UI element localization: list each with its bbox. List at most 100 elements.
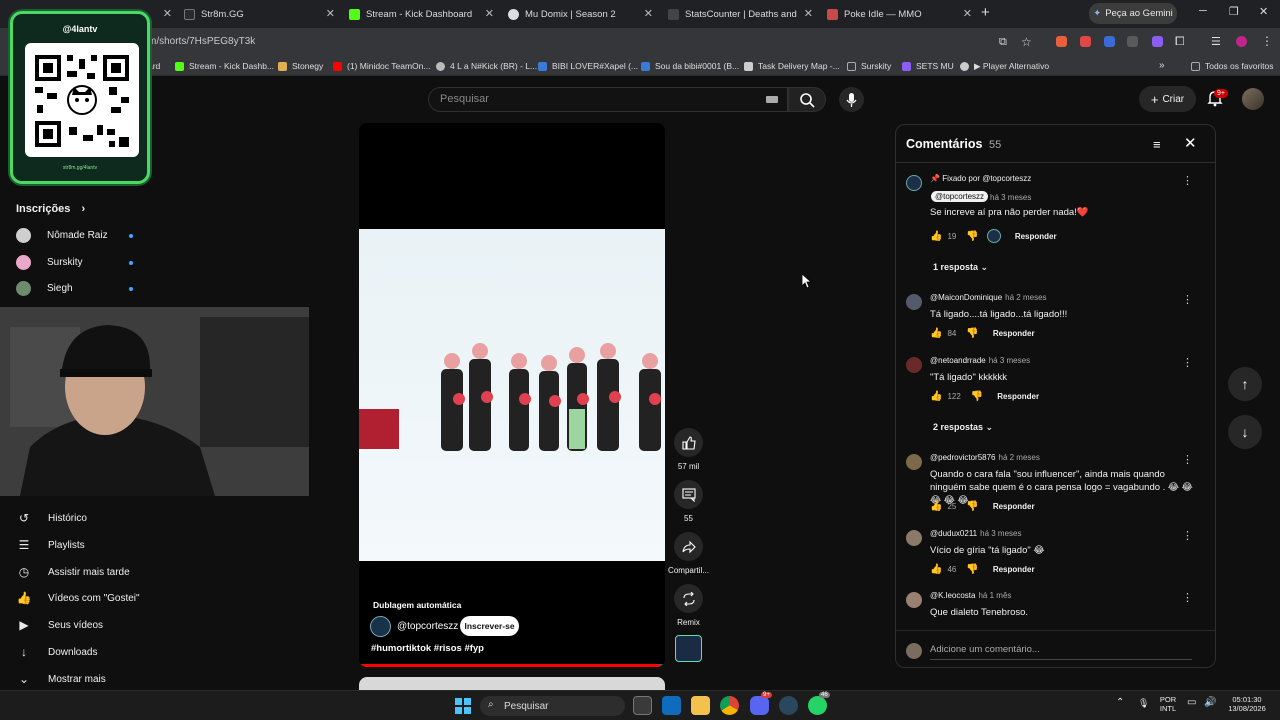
tab-poke-idle[interactable]: Poke Idle — MMO ✕ <box>821 2 978 26</box>
dislike-icon[interactable]: 👎 <box>971 391 983 402</box>
window-close-icon[interactable]: ✕ <box>1259 5 1268 18</box>
whatsapp-icon[interactable] <box>808 696 827 715</box>
subscription-item[interactable]: Siegh <box>16 281 73 296</box>
menu-kebab-icon[interactable]: ⋮ <box>1261 34 1273 48</box>
bookmark-folder[interactable]: Surskity <box>847 61 891 71</box>
gemini-button[interactable]: ✦ Peça ao Gemini <box>1089 3 1177 24</box>
shorts-video-player[interactable]: Dublagem automática @topcorteszz Inscrev… <box>359 123 665 667</box>
comment-avatar[interactable] <box>906 357 922 373</box>
reply-button[interactable]: Responder <box>993 329 1035 338</box>
comment-menu-icon[interactable]: ⋮ <box>1182 453 1193 466</box>
close-icon[interactable]: ✕ <box>485 7 494 20</box>
comment-menu-icon[interactable]: ⋮ <box>1182 356 1193 369</box>
nav-show-more[interactable]: ⌄ Mostrar mais <box>16 671 106 687</box>
subscribe-button[interactable]: Inscrever-se <box>460 616 519 636</box>
microphone-icon[interactable]: 🎙 <box>1138 698 1149 709</box>
nav-history[interactable]: ↺ Histórico <box>16 510 87 526</box>
like-icon[interactable]: 👍 <box>930 564 942 575</box>
dislike-icon[interactable]: 👎 <box>966 501 978 512</box>
share-button[interactable] <box>674 532 703 561</box>
all-favorites-folder[interactable]: Todos os favoritos <box>1191 61 1274 71</box>
comments-button[interactable] <box>674 480 703 509</box>
bookmark[interactable]: ▶ Player Alternativo <box>960 61 1049 72</box>
nav-downloads[interactable]: ↓ Downloads <box>16 644 97 660</box>
close-icon[interactable]: ✕ <box>163 7 172 20</box>
reply-button[interactable]: Responder <box>993 565 1035 574</box>
subscriptions-title[interactable]: Inscrições › <box>16 203 85 215</box>
dislike-icon[interactable]: 👎 <box>966 564 978 575</box>
like-icon[interactable]: 👍 <box>930 501 942 512</box>
channel-name[interactable]: @topcorteszz <box>397 621 458 632</box>
dislike-icon[interactable]: 👎 <box>966 231 978 242</box>
extension-icon[interactable] <box>1080 36 1091 47</box>
chrome-icon[interactable] <box>720 696 739 715</box>
store-icon[interactable] <box>633 696 652 715</box>
discord-icon[interactable] <box>750 696 769 715</box>
reply-button[interactable]: Responder <box>997 392 1039 401</box>
tab-statscounter[interactable]: StatsCounter | Deaths and trop ✕ <box>662 2 819 26</box>
close-icon[interactable]: ✕ <box>1184 134 1197 152</box>
sort-icon[interactable]: ≡ <box>1153 137 1161 152</box>
like-icon[interactable]: 👍 <box>930 391 942 402</box>
view-replies-button[interactable]: 1 resposta ⌄ <box>933 262 988 273</box>
close-icon[interactable]: ✕ <box>326 7 335 20</box>
comment-avatar[interactable] <box>906 592 922 608</box>
channel-avatar[interactable] <box>370 616 391 637</box>
display-icon[interactable]: ▭ <box>1187 697 1196 708</box>
url-text[interactable]: m/shorts/7HsPEG8yT3k <box>148 36 255 47</box>
bookmark[interactable]: Sou da bibi#0001 (B... <box>641 61 739 71</box>
previous-short-button[interactable]: ↑ <box>1228 367 1262 401</box>
voice-search-button[interactable] <box>839 87 864 112</box>
search-box[interactable] <box>428 87 788 112</box>
taskbar-search[interactable]: ⌕ Pesquisar <box>480 696 625 716</box>
next-short-button[interactable]: ↓ <box>1228 415 1262 449</box>
comment-menu-icon[interactable]: ⋮ <box>1182 174 1193 187</box>
search-input[interactable] <box>440 93 740 105</box>
extension-icon[interactable] <box>1104 36 1115 47</box>
clock[interactable]: 05:01:30 13/08/2026 <box>1222 695 1272 713</box>
reply-button[interactable]: Responder <box>993 502 1035 511</box>
extension-icon[interactable] <box>1127 36 1138 47</box>
keyboard-icon[interactable] <box>766 96 778 103</box>
comment-menu-icon[interactable]: ⋮ <box>1182 529 1193 542</box>
comment-menu-icon[interactable]: ⋮ <box>1182 293 1193 306</box>
minimize-icon[interactable]: ─ <box>1199 5 1207 17</box>
steam-icon[interactable] <box>779 696 798 715</box>
volume-icon[interactable]: 🔊 <box>1204 697 1216 708</box>
tab-kick-dashboard[interactable]: Stream - Kick Dashboard ✕ <box>343 2 500 26</box>
nav-liked-videos[interactable]: 👍 Vídeos com "Gostei" <box>16 590 140 606</box>
windows-start-icon[interactable] <box>455 698 471 714</box>
tab-0[interactable]: ✕ <box>150 2 178 26</box>
close-icon[interactable]: ✕ <box>963 7 972 20</box>
chevron-up-icon[interactable]: ⌃ <box>1116 697 1124 708</box>
comment-avatar[interactable] <box>906 530 922 546</box>
chevron-right-icon[interactable]: » <box>1159 60 1165 71</box>
tab-mu-domix[interactable]: Mu Domix | Season 2 ✕ <box>502 2 659 26</box>
dislike-icon[interactable]: 👎 <box>966 328 978 339</box>
sidebar-icon[interactable]: ☰ <box>1211 35 1221 48</box>
bookmark[interactable]: BIBI LOVER#Xapel (... <box>538 61 638 71</box>
like-icon[interactable]: 👍 <box>930 328 942 339</box>
bookmark[interactable]: (1) Minidoc TeamOn... <box>333 61 430 71</box>
close-icon[interactable]: ✕ <box>644 7 653 20</box>
user-avatar[interactable] <box>1242 88 1264 110</box>
language-indicator[interactable]: POR INTL <box>1156 695 1180 713</box>
bookmark[interactable]: Stream - Kick Dashb... <box>175 61 274 71</box>
install-icon[interactable]: ⧉ <box>999 36 1007 49</box>
comment-avatar[interactable] <box>906 454 922 470</box>
comment-avatar[interactable] <box>906 294 922 310</box>
search-button[interactable] <box>788 87 826 112</box>
nav-playlists[interactable]: ☰ Playlists <box>16 537 85 553</box>
comment-menu-icon[interactable]: ⋮ <box>1182 591 1193 604</box>
puzzle-icon[interactable]: ⧠ <box>1175 34 1185 49</box>
profile-icon[interactable] <box>1236 36 1247 47</box>
reply-button[interactable]: Responder <box>1015 232 1057 241</box>
restore-icon[interactable]: ❐ <box>1229 5 1239 18</box>
nav-watch-later[interactable]: ◷ Assistir mais tarde <box>16 564 130 580</box>
view-replies-button[interactable]: 2 respostas ⌄ <box>933 422 993 433</box>
add-comment-input[interactable]: Adicione um comentário... <box>930 644 1192 660</box>
author-chip[interactable]: @topcorteszz <box>931 191 989 202</box>
subscription-item[interactable]: Nômade Raiz <box>16 228 108 243</box>
create-button[interactable]: + Criar <box>1139 86 1196 112</box>
remix-button[interactable] <box>674 584 703 613</box>
